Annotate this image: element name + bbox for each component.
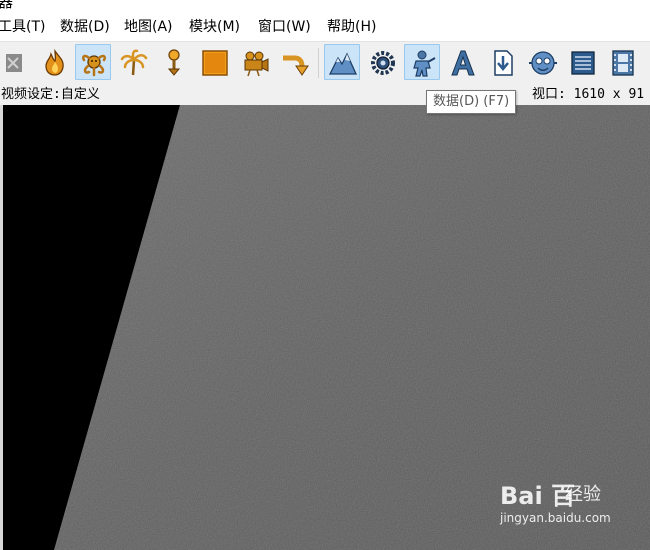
toolbar-button-import-manager[interactable] [484, 44, 520, 80]
viewport-size-label: 视口: 1610 x 91 [532, 87, 645, 102]
menu-bar: 工具(T) 数据(D) 地图(A) 模块(M) 窗口(W) 帮助(H) [0, 14, 650, 40]
cinematic-film-icon [612, 50, 634, 76]
title-bar: 器 [0, 0, 650, 14]
region-square-icon [202, 50, 228, 76]
data-object-editor-icon [413, 50, 436, 77]
palm-tree-icon [120, 49, 148, 76]
toolbar-button-sound-editor[interactable] [564, 44, 600, 80]
toolbar-button-palm-tree[interactable] [115, 44, 151, 80]
toolbar-button-region[interactable] [196, 44, 232, 80]
path-arrow-icon [283, 55, 309, 76]
torch-icon [167, 49, 181, 76]
watermark-brand: Bai 百 [500, 482, 576, 510]
video-setting-label: 视频设定:自定义 [1, 87, 100, 102]
watermark: Bai 百 经验 jingyan.baidu.com [500, 476, 640, 536]
toolbar-button-trigger-editor[interactable] [364, 44, 400, 80]
toolbar-button-unit-creature[interactable] [75, 44, 111, 80]
terrain-brush-icon [6, 54, 22, 72]
menu-window[interactable]: 窗口(W) [258, 17, 311, 37]
watermark-product: 经验 [565, 484, 601, 505]
window-title: 器 [0, 0, 14, 11]
menu-module[interactable]: 模块(M) [189, 17, 240, 37]
menu-data[interactable]: 数据(D) [60, 17, 110, 37]
toolbar-button-path[interactable] [276, 44, 312, 80]
toolbar-button-terrain-editor[interactable] [324, 44, 360, 80]
toolbar-button-terrain-brush[interactable] [0, 44, 28, 80]
sound-editor-icon [571, 51, 595, 75]
toolbar-tooltip: 数据(D) (F7) [426, 90, 517, 114]
status-bar: 视频设定:自定义 视口: 1610 x 91 [0, 84, 650, 106]
editor-window: 器 工具(T) 数据(D) 地图(A) 模块(M) 窗口(W) 帮助(H) 视频… [0, 0, 650, 550]
toolbar-button-cinematic[interactable] [604, 44, 640, 80]
menu-tools[interactable]: 工具(T) [0, 17, 45, 37]
toolbar-button-torch[interactable] [155, 44, 191, 80]
toolbar-button-camera[interactable] [236, 44, 272, 80]
toolbar-button-object-editor[interactable] [404, 44, 440, 80]
toolbar-button-text-editor[interactable] [444, 44, 480, 80]
ai-editor-icon [529, 51, 557, 75]
watermark-url: jingyan.baidu.com [500, 511, 611, 525]
trigger-editor-icon [371, 51, 395, 75]
unit-creature-icon [82, 54, 106, 77]
menu-help[interactable]: 帮助(H) [327, 17, 376, 37]
toolbar-button-ai-editor[interactable] [524, 44, 560, 80]
toolbar-separator [318, 48, 319, 78]
text-editor-icon [451, 50, 475, 76]
camera-icon [244, 51, 269, 77]
menu-map[interactable]: 地图(A) [124, 17, 173, 37]
fire-doodad-icon [45, 48, 64, 76]
toolbar [0, 41, 650, 84]
import-manager-icon [494, 50, 513, 76]
toolbar-button-fire-doodad[interactable] [36, 44, 72, 80]
terrain-editor-icon [328, 52, 358, 75]
